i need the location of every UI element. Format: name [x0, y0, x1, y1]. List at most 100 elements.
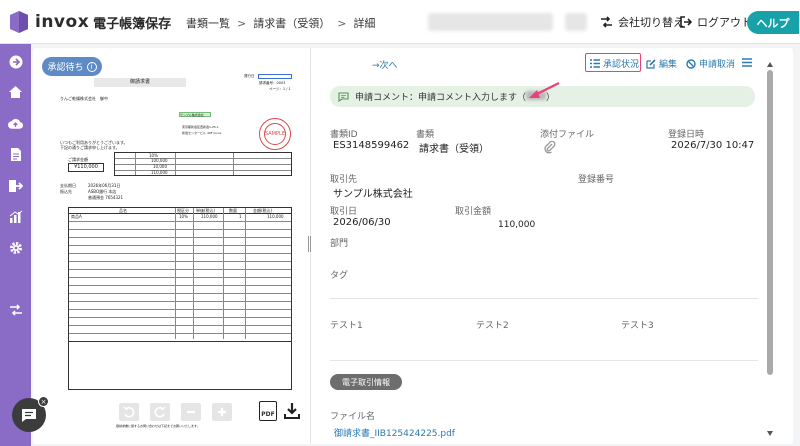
chat-icon [22, 408, 36, 422]
status-label: 承認待ち [47, 63, 84, 73]
status-badge: 承認待ち i [42, 57, 102, 76]
doc-page: ページ：1 / 1 [269, 87, 291, 91]
doc-id-label: 書類ID [330, 130, 358, 140]
partner-label: 取引先 [330, 175, 358, 185]
divider [330, 298, 758, 299]
txn-amount-label: 取引金額 [455, 207, 492, 217]
test2-label: テスト2 [476, 321, 509, 331]
doc-amount: ¥110,000 [68, 163, 104, 172]
scroll-down-icon[interactable] [767, 431, 773, 436]
pane-resize-handle[interactable] [308, 236, 311, 252]
doc-footer-note: 御請求書に関するお問い合わせは下記までお願いいたします。 [116, 424, 200, 428]
zoom-out-button[interactable] [181, 403, 201, 421]
doc-id-value: ES3148599462 [333, 140, 410, 151]
doc-number: 請求番号：0003 [259, 81, 286, 85]
doc-type-label: 書類 [416, 130, 435, 140]
minus-icon [187, 410, 195, 414]
rotate-right-button[interactable] [150, 403, 170, 421]
cancel-request-label: 申請取消 [699, 60, 736, 70]
logo-text: invox [35, 12, 90, 32]
zoom-in-button[interactable] [212, 403, 232, 421]
doc-type-value: 請求書（受領） [419, 144, 489, 155]
partner-value: サンプル株式会社 [333, 189, 413, 200]
file-name-link[interactable]: 御請求書_IIB125424225.pdf [334, 426, 455, 439]
breadcrumb-item-detail: 詳細 [353, 17, 376, 30]
divider [330, 360, 758, 361]
top-header: invox 電子帳簿保存 書類一覧 > 請求書（受領） > 詳細 会社切り替え … [0, 0, 800, 44]
info-icon[interactable]: i [86, 61, 97, 72]
doc-date: 発行日 [244, 74, 255, 78]
scroll-up-icon[interactable] [767, 62, 773, 67]
breadcrumb-separator: > [237, 16, 247, 30]
annotation-arrow-icon [529, 82, 560, 98]
plus-icon [218, 408, 226, 416]
edit-icon [646, 58, 656, 69]
redacted-user-name [565, 13, 587, 31]
paperclip-icon[interactable] [544, 141, 556, 154]
switch-company-label: 会社切り替え [618, 16, 684, 29]
switch-company-button[interactable]: 会社切り替え [600, 14, 684, 30]
test1-label: テスト1 [330, 321, 363, 331]
approval-status-label: 承認状況 [603, 60, 640, 70]
edit-label: 編集 [659, 60, 678, 70]
cancel-request-button[interactable]: 申請取消 [686, 57, 735, 70]
doc-intro-2: 下記の通りご請求申し上げます。 [60, 145, 120, 150]
breadcrumb-item-list[interactable]: 書類一覧 [186, 15, 230, 31]
rotate-right-icon [154, 406, 166, 418]
document-icon[interactable] [8, 147, 23, 162]
switch-icon [601, 16, 612, 28]
doc-issuer-building: 新宿センタービル 49F invox [182, 131, 222, 135]
sidebar-switch-icon[interactable] [8, 302, 23, 317]
list-icon [590, 59, 600, 68]
txn-date-label: 取引日 [330, 207, 358, 217]
breadcrumb-item-invoice[interactable]: 請求書（受領） [253, 15, 330, 31]
chat-close-icon[interactable]: × [38, 396, 49, 407]
rotate-left-icon [123, 406, 135, 418]
report-chart-icon[interactable] [8, 209, 23, 224]
test3-label: テスト3 [621, 321, 654, 331]
attachment-label: 添付ファイル [540, 130, 595, 140]
redacted-company-name [428, 13, 553, 31]
registered-value: 2026/7/30 10:47 [671, 140, 755, 151]
department-label: 部門 [330, 239, 349, 249]
app-logo[interactable]: invox 電子帳簿保存 [8, 11, 171, 33]
doc-item-table: 品名 税区分 単価(税込) 数量 金額(税込) 商品A 10% 110,000 … [68, 207, 292, 390]
pdf-icon[interactable]: PDF [259, 401, 277, 421]
breadcrumb-separator: > [337, 16, 347, 30]
download-icon[interactable] [284, 402, 300, 420]
home-icon[interactable] [8, 84, 23, 99]
tag-label: タグ [330, 271, 349, 281]
sidebar [0, 44, 31, 446]
scrollbar[interactable] [767, 62, 773, 437]
ban-icon [686, 58, 696, 69]
menu-icon[interactable] [742, 58, 752, 67]
doc-recipient: りんご乾燥株式会社 御中 [60, 96, 108, 101]
next-link[interactable]: →次へ [372, 58, 398, 71]
reg-no-label: 登録番号 [578, 175, 615, 185]
approval-status-button[interactable]: 承認状況 [590, 57, 639, 70]
doc-issuer-tag: サンプル株式会社 [179, 112, 211, 117]
txn-amount-value: 110,000 [498, 220, 536, 230]
sidebar-arrow-icon[interactable] [8, 54, 23, 69]
doc-sample-stamp: SAMPLE [259, 118, 291, 150]
doc-title: 御請求書 [94, 78, 186, 87]
help-button[interactable]: ヘルプ [747, 11, 799, 34]
doc-tax-table: 10% 100,000 10,000 110,000 [114, 152, 292, 176]
invoice-thumbnail: 御請求書 発行日 請求番号：0003 ページ：1 / 1 りんご乾燥株式会社 御… [54, 70, 300, 428]
file-name-label: ファイル名 [330, 412, 376, 422]
breadcrumb: 書類一覧 > 請求書（受領） > 詳細 [186, 15, 375, 31]
edit-button[interactable]: 編集 [646, 57, 677, 70]
logout-icon [680, 16, 692, 28]
logout-button[interactable]: ログアウト [680, 14, 752, 30]
doc-bank-label: 振込先 [60, 189, 72, 194]
logout-label: ログアウト [697, 16, 752, 29]
gear-icon[interactable] [8, 240, 23, 255]
export-icon[interactable] [8, 178, 23, 193]
doc-issuer-address: 東京都新宿区西新宿1-25-1 [182, 125, 219, 129]
scroll-thumb[interactable] [767, 70, 773, 375]
doc-date-field [258, 74, 292, 79]
logo-mark-icon [10, 11, 28, 33]
upload-icon[interactable] [8, 116, 23, 131]
rotate-left-button[interactable] [119, 403, 139, 421]
section-heading: 電子取引情報 [330, 374, 402, 390]
